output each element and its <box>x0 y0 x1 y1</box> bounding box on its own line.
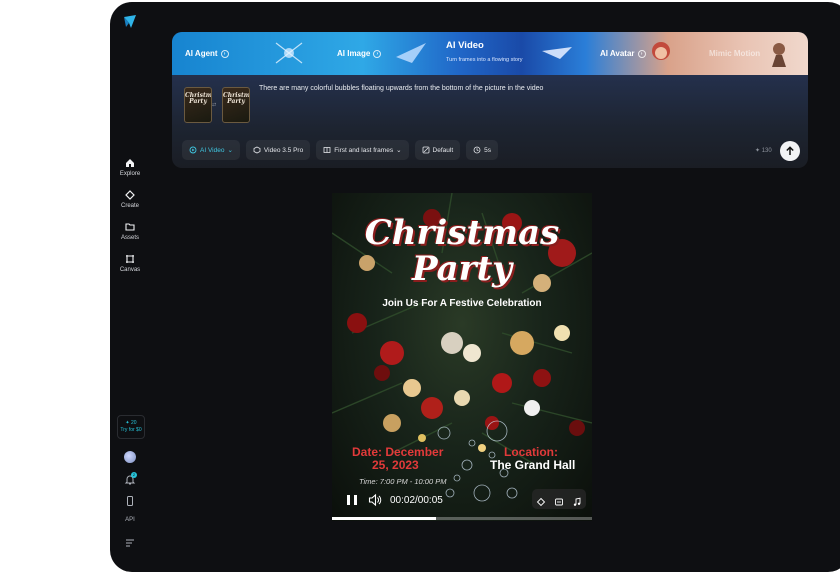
create-icon <box>125 190 135 200</box>
tab-label: Mimic Motion <box>709 49 761 58</box>
video-preview[interactable]: Christmas Party Join Us For A Festive Ce… <box>332 193 592 521</box>
figure-art-icon <box>772 43 786 67</box>
plane-art-icon <box>396 43 426 63</box>
duration-selector[interactable]: 5s <box>466 140 499 160</box>
avatar[interactable] <box>124 451 136 463</box>
canvas-icon <box>126 255 134 263</box>
video-controls: 00:02/00:05 <box>332 485 592 521</box>
sidebar-item-explore[interactable]: Explore <box>110 158 150 177</box>
promo-credits: 20 <box>131 420 137 426</box>
sparkle-icon: ✦ <box>755 148 761 154</box>
video-tools <box>532 489 586 509</box>
poster-location-value: The Grand Hall <box>490 458 576 472</box>
edit-icon[interactable] <box>536 494 546 507</box>
tab-label: AI Video <box>446 40 484 51</box>
time-display: 00:02/00:05 <box>390 495 443 506</box>
jet-art-icon <box>542 47 572 59</box>
folder-icon <box>125 223 135 231</box>
tab-ai-agent[interactable]: AI Agent › <box>185 32 229 75</box>
poster-subtitle: Join Us For A Festive Celebration <box>382 298 542 309</box>
phone-icon[interactable] <box>124 495 136 507</box>
sparkle-icon: ✦ <box>125 420 130 426</box>
logo-icon[interactable] <box>122 14 138 30</box>
style-selector[interactable]: Default <box>414 140 461 160</box>
mode-tabs: AI Agent › AI Image › AI Video Turn frames… <box>172 32 808 75</box>
app-window: Explore Create Assets Canvas ✦ 20 Try fo… <box>110 2 840 572</box>
thumbnail-text: Christmas Party <box>185 92 212 105</box>
progress-fill <box>332 517 436 520</box>
creation-panel: AI Agent › AI Image › AI Video Turn frames… <box>172 32 808 168</box>
style-label: Default <box>432 146 454 154</box>
chevron-right-icon: › <box>637 49 646 58</box>
poster-location-label: Location: <box>504 445 558 459</box>
clock-icon <box>473 146 481 154</box>
poster-title-line2: Party <box>411 249 513 289</box>
avatar-art-icon <box>652 42 670 60</box>
api-link[interactable]: API <box>110 517 150 523</box>
frames-label: First and last frames <box>334 146 394 154</box>
pause-icon[interactable] <box>345 493 359 507</box>
music-icon[interactable] <box>572 494 582 506</box>
chevron-down-icon: ⌄ <box>396 147 402 154</box>
mode-label: AI Video <box>200 146 225 154</box>
last-frame-thumbnail[interactable]: Christmas Party <box>222 87 250 123</box>
prompt-area: Christmas Party ⇄ Christmas Party There … <box>182 82 802 126</box>
tab-label: AI Image <box>337 49 371 58</box>
notification-badge: 2 <box>131 472 137 478</box>
video-mode-icon <box>189 146 197 154</box>
sidebar-item-label: Explore <box>119 171 141 177</box>
options-bar: AI Video ⌄ Video 3.5 Pro First and last … <box>182 140 499 160</box>
tab-label: AI Avatar <box>600 49 635 58</box>
chevron-right-icon: › <box>373 49 382 58</box>
sidebar-item-label: Assets <box>120 235 139 241</box>
tab-mimic-motion[interactable]: Mimic Motion <box>709 32 760 75</box>
drone-art-icon <box>275 42 303 64</box>
home-icon <box>126 159 134 167</box>
first-frame-thumbnail[interactable]: Christmas Party <box>184 87 212 123</box>
tab-ai-avatar[interactable]: AI Avatar › <box>600 32 646 75</box>
chevron-down-icon: ⌄ <box>227 147 233 154</box>
sidebar-item-label: Create <box>120 203 139 209</box>
sidebar-item-label: Canvas <box>119 267 141 273</box>
credit-cost-value: 130 <box>761 148 772 154</box>
volume-icon[interactable] <box>368 493 382 507</box>
frames-dropdown[interactable]: First and last frames ⌄ <box>316 140 409 160</box>
arrow-right-icon: ⇄ <box>212 102 217 108</box>
sidebar-item-assets[interactable]: Assets <box>110 222 150 241</box>
frame-icon[interactable] <box>554 494 564 506</box>
tab-label: AI Agent <box>185 49 218 58</box>
promo-cta: Try for $0 <box>120 427 142 433</box>
frames-icon <box>323 147 331 153</box>
tab-subtitle: Turn frames into a flowing story <box>446 57 523 63</box>
menu-icon[interactable] <box>124 537 136 549</box>
poster-date-label: Date: December <box>352 445 444 459</box>
promo-card[interactable]: ✦ 20 Try for $0 <box>117 415 145 439</box>
mode-dropdown[interactable]: AI Video ⌄ <box>182 140 240 160</box>
duration-label: 5s <box>484 146 492 154</box>
tab-ai-image[interactable]: AI Image › <box>337 32 382 75</box>
generate-button[interactable] <box>780 141 800 161</box>
poster-date-value: 25, 2023 <box>372 458 419 472</box>
progress-bar[interactable] <box>332 517 592 520</box>
poster-title-line1: Christmas <box>364 213 560 253</box>
style-icon <box>422 146 429 154</box>
prompt-input[interactable]: There are many colorful bubbles floating… <box>259 85 543 92</box>
credit-cost: ✦ 130 <box>755 147 772 154</box>
model-selector[interactable]: Video 3.5 Pro <box>245 140 311 160</box>
model-label: Video 3.5 Pro <box>263 146 304 154</box>
sidebar-item-create[interactable]: Create <box>110 190 150 209</box>
sidebar-item-canvas[interactable]: Canvas <box>110 254 150 273</box>
chevron-right-icon: › <box>220 49 229 58</box>
thumbnail-text: Christmas Party <box>223 92 250 105</box>
arrow-up-icon <box>786 146 794 155</box>
cube-icon <box>253 146 261 154</box>
